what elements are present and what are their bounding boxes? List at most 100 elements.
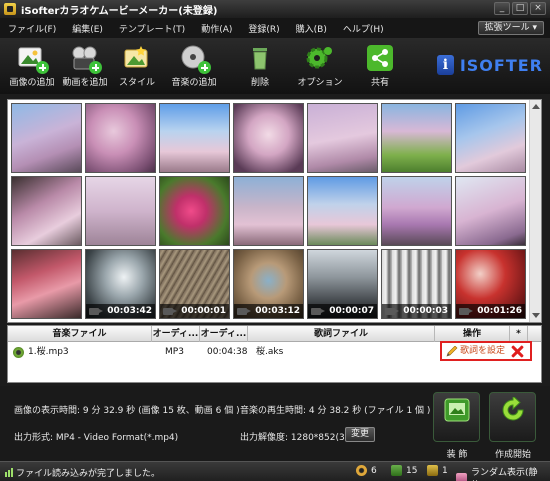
image-thumbnail[interactable] [455,103,526,173]
add-image-button[interactable]: 画像の追加 [4,44,60,88]
random-display-mode[interactable]: ランダム表示(静的) [456,465,550,481]
share-button[interactable]: 共有 [352,44,408,88]
gear-icon [305,44,335,72]
video-thumbnail[interactable]: 00:03:42 [85,249,156,319]
output-format: 出力形式: MP4 - Video Format(*.mp4) [14,433,179,443]
column-music-file[interactable]: 音楽ファイル [8,326,152,342]
logo-mark: i [437,55,454,75]
status-message: ファイル読み込みが完了しました。 [16,469,161,479]
image-icon [391,465,402,476]
lyrics-count: 1 [442,465,448,476]
audio-table-header: 音楽ファイル オーディ... オーディ... 歌詞ファイル 操作 * [8,326,541,342]
menu-edit[interactable]: 編集(E) [72,22,103,35]
video-thumbnail[interactable]: 00:00:07 [307,249,378,319]
random-display-label: ランダム表示(静的) [471,468,538,478]
decorate-button[interactable] [433,392,480,442]
pencil-icon[interactable] [446,345,458,357]
image-thumbnail[interactable] [159,103,230,173]
image-thumbnail[interactable] [233,103,304,173]
change-resolution-button[interactable]: 変更 [345,427,375,442]
add-video-label: 動画を追加 [62,78,108,88]
menu-template[interactable]: テンプレート(T) [119,22,185,35]
image-thumbnail[interactable] [307,176,378,246]
column-lyrics-file[interactable]: 歌詞ファイル [248,326,435,342]
add-music-label: 音楽の追加 [171,78,217,88]
shuffle-icon [456,472,467,481]
image-thumbnail[interactable] [85,103,156,173]
audio-duration-value: 00:04:38 [207,347,248,357]
plus-icon [36,61,49,74]
menu-register[interactable]: 登録(R) [248,22,279,35]
plus-icon [198,61,211,74]
delete-button[interactable]: 削除 [232,44,288,88]
video-duration: 00:00:03 [403,306,448,316]
film-reel-icon [70,44,102,74]
video-thumbnail[interactable]: 00:01:26 [455,249,526,319]
add-music-button[interactable]: 音楽の追加 [166,44,222,88]
media-grid-scrollbar[interactable] [529,100,541,322]
style-button[interactable]: スタイル [109,44,165,88]
image-display-time: 画像の表示時間: 9 分 32.9 秒 (画像 15 枚、動画 6 個 ) [14,406,240,416]
image-thumbnail[interactable] [233,176,304,246]
image-count: 15 [406,465,418,476]
status-bars-icon [5,468,13,477]
stat-audio-count: 6 [356,465,377,476]
menu-file[interactable]: ファイル(F) [8,22,56,35]
start-creation-button[interactable] [489,392,536,442]
media-grid: 00:03:42 00:00:01 00:03:12 00:00:07 00:0… [7,99,542,323]
options-button[interactable]: オプション [292,44,348,88]
column-extra[interactable]: * [510,326,528,342]
video-duration: 00:00:01 [181,306,226,316]
plus-icon [89,61,102,74]
scroll-up-arrow-icon[interactable] [532,104,540,109]
video-duration: 00:00:07 [329,306,374,316]
decorate-icon [443,397,471,423]
column-audio-duration[interactable]: オーディ... [200,326,248,342]
image-thumbnail[interactable] [11,176,82,246]
share-icon [365,44,395,72]
logo-text: ISOFTER [459,55,543,75]
toolbar: 画像の追加 動画を追加 スタイル 音楽の追加 削除 オプション 共有 i ISO… [0,38,550,94]
menu-buy[interactable]: 購入(B) [296,22,327,35]
music-disc-icon [179,44,211,74]
image-thumbnail[interactable] [85,176,156,246]
menu-action[interactable]: 動作(A) [201,22,232,35]
audio-format-value: MP3 [165,347,184,357]
set-lyrics-link[interactable]: 歌詞を設定 [460,343,505,359]
isofter-logo: i ISOFTER [437,54,543,76]
music-disc-icon [356,465,367,476]
video-duration: 00:03:12 [255,306,300,316]
image-thumbnail[interactable] [11,249,82,319]
extension-tools-button[interactable]: 拡張ツール ▾ [477,21,544,35]
lyrics-file-name: 桜.aks [256,347,284,357]
menu-help[interactable]: ヘルプ(H) [343,22,384,35]
trash-icon [245,44,275,72]
image-thumbnail[interactable] [307,103,378,173]
output-resolution: 出力解像度: 1280*852(3:2) [240,433,357,443]
app-icon [4,3,16,15]
minimize-button[interactable]: _ [494,2,510,15]
image-thumbnail[interactable] [381,176,452,246]
close-button[interactable]: × [530,2,546,15]
delete-x-icon[interactable] [511,345,524,358]
image-thumbnail[interactable] [455,176,526,246]
delete-label: 削除 [250,78,269,88]
add-image-icon [17,44,49,74]
video-thumbnail[interactable]: 00:00:01 [159,249,230,319]
image-thumbnail[interactable] [381,103,452,173]
video-thumbnail[interactable]: 00:00:03 [381,249,452,319]
stat-lyrics-count: 1 [427,465,448,476]
refresh-arrow-icon [499,394,527,423]
image-thumbnail[interactable] [11,103,82,173]
maximize-button[interactable]: □ [512,2,528,15]
window-title: iSofterカラオケムービーメーカー(未登録) [21,5,218,17]
column-action[interactable]: 操作 [435,326,510,342]
start-creation-label: 作成開始 [494,450,531,460]
options-label: オプション [297,78,343,88]
image-thumbnail[interactable] [159,176,230,246]
column-audio-format[interactable]: オーディ... [152,326,200,342]
scroll-down-arrow-icon[interactable] [532,313,540,318]
video-thumbnail[interactable]: 00:03:12 [233,249,304,319]
add-video-button[interactable]: 動画を追加 [57,44,113,88]
audio-count: 6 [371,465,377,476]
